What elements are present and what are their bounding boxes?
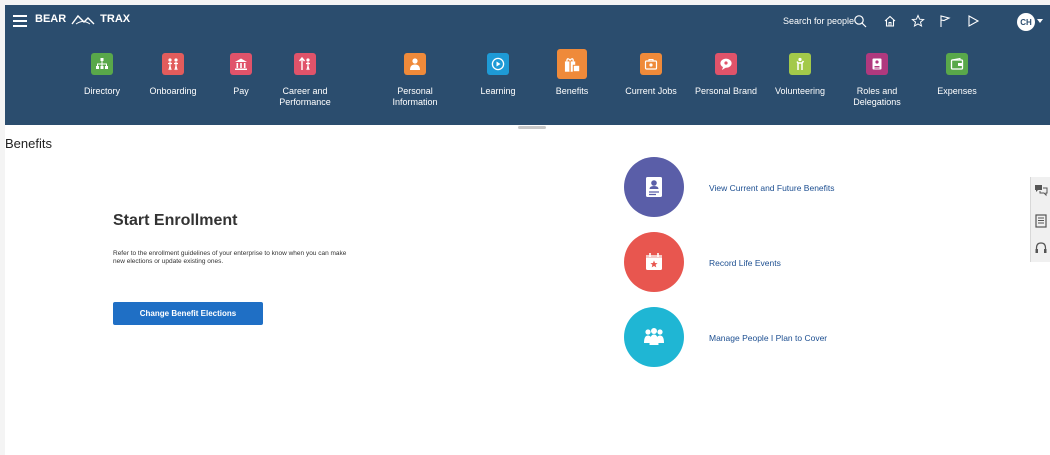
star-icon[interactable]: [908, 11, 928, 31]
avatar[interactable]: CH: [1017, 13, 1035, 31]
id-card-icon: [866, 53, 888, 75]
wallet-icon: [946, 53, 968, 75]
search-label[interactable]: Search for people: [783, 16, 854, 26]
nav-label: Current Jobs: [625, 86, 677, 96]
person-icon: [404, 53, 426, 75]
hand-icon: [789, 53, 811, 75]
nav-label: Volunteering: [774, 86, 826, 96]
brand-logo[interactable]: BEAR TRAX: [35, 13, 130, 25]
nav-item-roles-and-delegations[interactable]: Roles and Delegations: [839, 53, 915, 108]
nav-label: Personal Information: [392, 86, 438, 107]
nav-item-volunteering[interactable]: Volunteering: [762, 53, 838, 97]
flag-icon[interactable]: [935, 11, 955, 31]
brand-right: TRAX: [100, 13, 131, 25]
enrollment-description: Refer to the enrollment guidelines of yo…: [113, 250, 347, 265]
family-icon[interactable]: [624, 307, 684, 367]
feedback-icon[interactable]: [1034, 183, 1048, 197]
menu-icon[interactable]: [13, 15, 27, 27]
chat-icon: [715, 53, 737, 75]
change-benefit-elections-button[interactable]: Change Benefit Elections: [113, 302, 263, 325]
view-benefits-link[interactable]: View Current and Future Benefits: [709, 183, 835, 193]
page-title: Benefits: [5, 136, 52, 151]
enrollment-title: Start Enrollment: [113, 212, 238, 229]
nav-item-directory[interactable]: Directory: [64, 53, 140, 97]
bank-icon: [230, 53, 252, 75]
gift-icon: [557, 49, 587, 79]
document-icon[interactable]: [1034, 214, 1048, 228]
collapse-handle[interactable]: [518, 126, 546, 129]
career-icon: [294, 53, 316, 75]
nav-item-personal-information[interactable]: Personal Information: [377, 53, 453, 108]
nav-label: Benefits: [555, 86, 589, 96]
nav-item-current-jobs[interactable]: Current Jobs: [613, 53, 689, 97]
nav-item-learning[interactable]: Learning: [460, 53, 536, 97]
top-banner: BEAR TRAX Search for people CH Directory…: [5, 5, 1050, 125]
nav-label: Expenses: [937, 86, 977, 96]
nav-label: Onboarding: [149, 86, 197, 96]
nav-label: Directory: [83, 86, 120, 96]
app-frame: BEAR TRAX Search for people CH Directory…: [5, 5, 1050, 455]
headset-icon[interactable]: [1034, 241, 1048, 255]
brand-left: BEAR: [35, 13, 67, 25]
bear-logo-icon: [71, 14, 95, 25]
nav-label: Roles and Delegations: [853, 86, 901, 107]
record-life-events-link[interactable]: Record Life Events: [709, 258, 781, 268]
notification-icon[interactable]: [963, 11, 983, 31]
nav-label: Learning: [480, 86, 516, 96]
nav-label: Career and Performance: [279, 86, 331, 107]
manage-people-to-cover-link[interactable]: Manage People I Plan to Cover: [709, 333, 827, 343]
nav-item-expenses[interactable]: Expenses: [919, 53, 995, 97]
nav-label: Pay: [233, 86, 249, 96]
calendar-icon[interactable]: [624, 232, 684, 292]
side-rail: [1030, 177, 1050, 262]
search-icon[interactable]: [850, 11, 870, 31]
nav-item-career-and-performance[interactable]: Career and Performance: [267, 53, 343, 108]
nav-item-benefits[interactable]: Benefits: [534, 49, 610, 97]
play-icon: [487, 53, 509, 75]
nav-item-personal-brand[interactable]: Personal Brand: [688, 53, 764, 97]
benefits-card-icon[interactable]: [624, 157, 684, 217]
nav-label: Personal Brand: [694, 86, 758, 96]
org-chart-icon: [91, 53, 113, 75]
home-icon[interactable]: [880, 11, 900, 31]
chevron-down-icon[interactable]: [1037, 19, 1043, 23]
briefcase-icon: [640, 53, 662, 75]
nav-item-onboarding[interactable]: Onboarding: [135, 53, 211, 97]
avatar-initials: CH: [1020, 17, 1032, 27]
people-icon: [162, 53, 184, 75]
